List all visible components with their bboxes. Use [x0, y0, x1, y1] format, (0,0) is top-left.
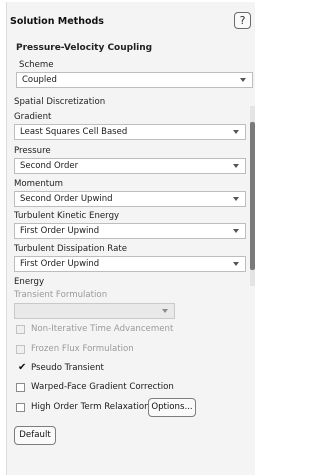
transient-formulation-select[interactable]: [14, 303, 175, 319]
energy-label: Energy: [14, 277, 45, 286]
momentum-value: Second Order Upwind: [20, 194, 113, 204]
scheme-value: Coupled: [22, 75, 57, 85]
chevron-down-icon: [162, 309, 168, 313]
spatial-discretization-list: Gradient Least Squares Cell Based Pressu…: [14, 106, 255, 286]
gradient-label: Gradient: [14, 112, 52, 122]
pressure-value: Second Order: [20, 161, 79, 171]
momentum-label: Momentum: [14, 179, 63, 189]
warped-face-label: Warped-Face Gradient Correction: [31, 382, 174, 392]
frozen-flux-label: Frozen Flux Formulation: [31, 344, 134, 354]
checkbox-box: [16, 403, 25, 412]
scheme-label: Scheme: [19, 60, 54, 70]
gradient-value: Least Squares Cell Based: [20, 127, 128, 137]
checkbox-box: [16, 345, 25, 354]
chevron-down-icon: [233, 164, 239, 168]
tke-label: Turbulent Kinetic Energy: [14, 211, 120, 221]
checkbox-box: ✔: [16, 362, 27, 373]
transient-formulation-label: Transient Formulation: [14, 290, 108, 300]
pressure-velocity-heading: Pressure-Velocity Coupling: [16, 43, 153, 53]
momentum-select[interactable]: Second Order Upwind: [14, 191, 246, 207]
gradient-select[interactable]: Least Squares Cell Based: [14, 124, 246, 140]
panel-title: Solution Methods: [10, 16, 104, 27]
checkbox-box: [16, 325, 25, 334]
chevron-down-icon: [240, 78, 246, 82]
high-order-relaxation-label: High Order Term Relaxation: [31, 402, 150, 412]
tdr-value: First Order Upwind: [20, 259, 100, 269]
scrollbar-thumb[interactable]: [250, 122, 255, 270]
checkmark-icon: ✔: [18, 362, 27, 373]
pressure-select[interactable]: Second Order: [14, 158, 246, 174]
scheme-select[interactable]: Coupled: [16, 72, 253, 88]
checkbox-box: [16, 383, 25, 392]
default-button[interactable]: Default: [14, 426, 56, 445]
options-button[interactable]: Options...: [148, 398, 196, 417]
tke-value: First Order Upwind: [20, 226, 100, 236]
tdr-select[interactable]: First Order Upwind: [14, 256, 246, 272]
tdr-label: Turbulent Dissipation Rate: [14, 244, 128, 254]
chevron-down-icon: [233, 197, 239, 201]
help-button[interactable]: ?: [234, 12, 251, 29]
question-mark-icon: ?: [239, 14, 246, 27]
chevron-down-icon: [233, 130, 239, 134]
non-iterative-label: Non-Iterative Time Advancement: [31, 324, 174, 334]
chevron-down-icon: [233, 262, 239, 266]
chevron-down-icon: [233, 229, 239, 233]
pseudo-transient-label: Pseudo Transient: [31, 363, 104, 373]
tke-select[interactable]: First Order Upwind: [14, 223, 246, 239]
pressure-label: Pressure: [14, 146, 51, 156]
